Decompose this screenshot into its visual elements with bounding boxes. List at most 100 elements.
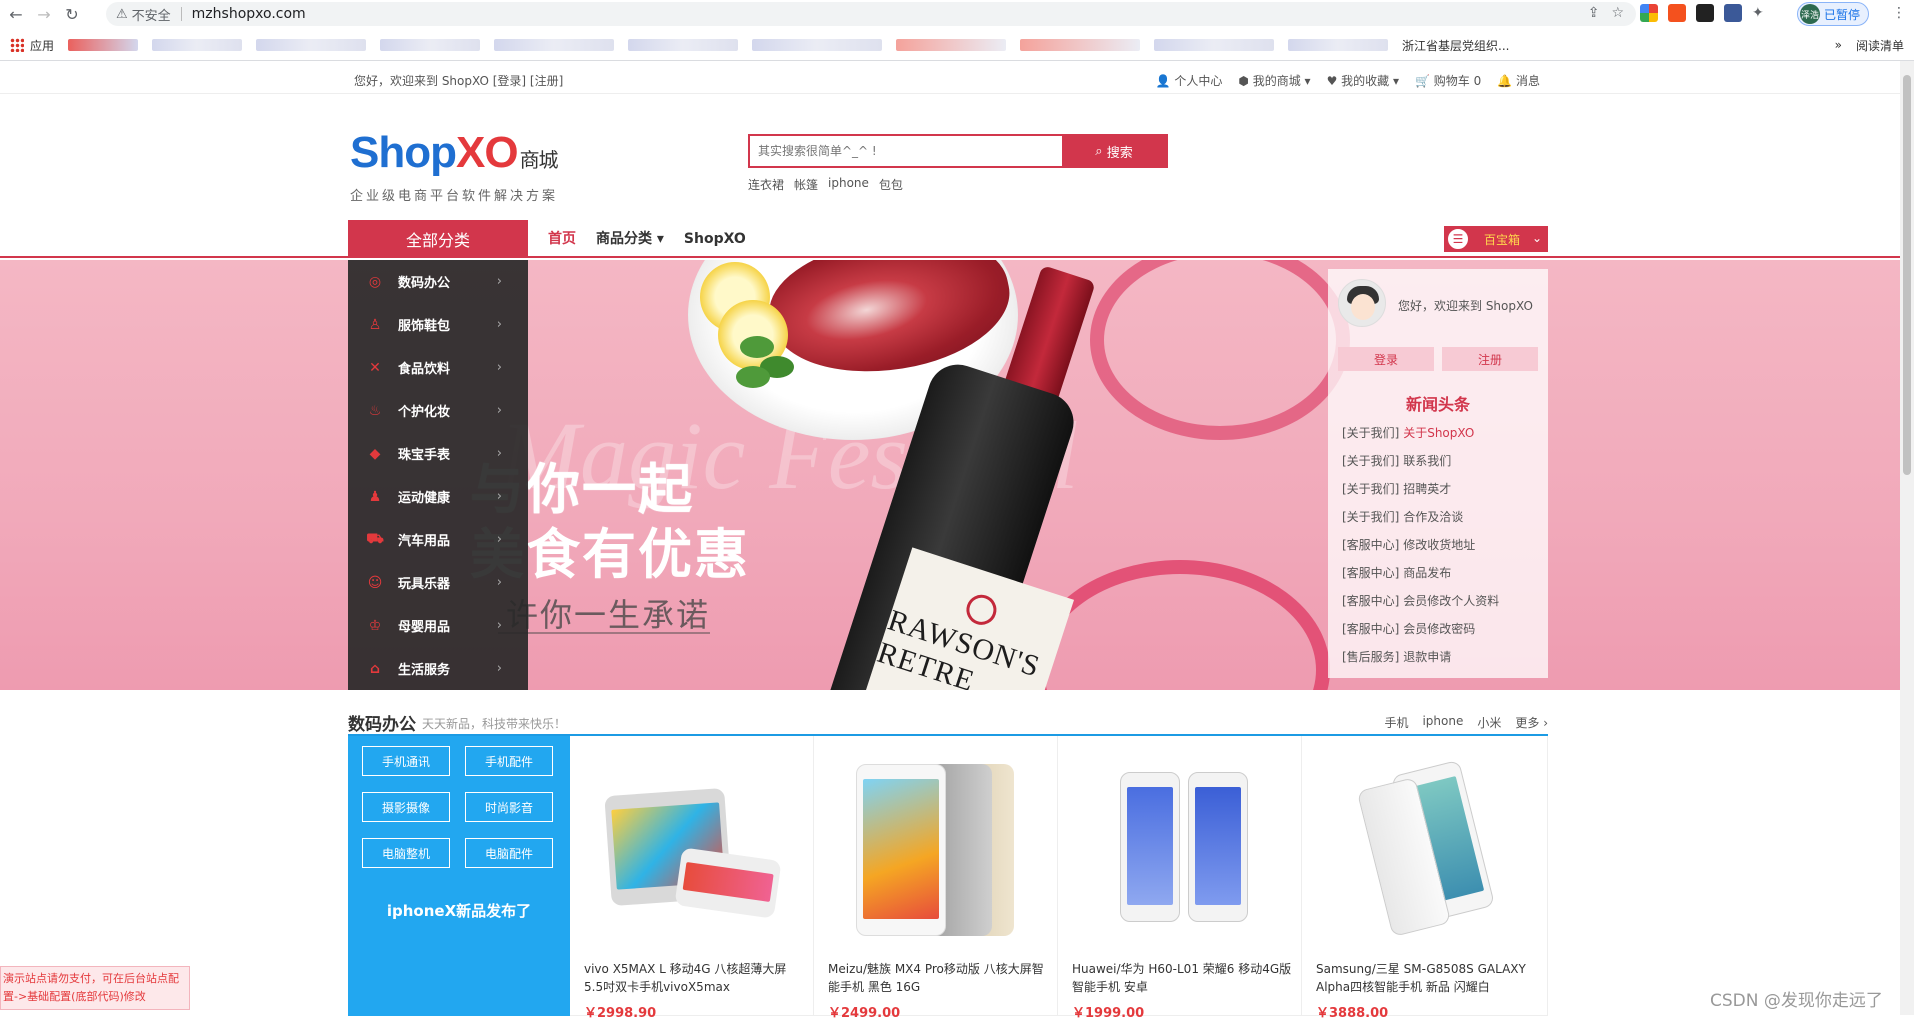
puzzle-icon[interactable]: ✦ xyxy=(1752,5,1764,21)
bookmark-blurred[interactable] xyxy=(896,39,1007,51)
bookmark-blurred[interactable] xyxy=(380,39,481,51)
product-image[interactable] xyxy=(1080,762,1280,942)
category-item[interactable]: ♟ 运动健康 › xyxy=(348,475,528,518)
reload-icon[interactable]: ↻ xyxy=(60,2,84,26)
news-item[interactable]: [客服中心] 会员修改密码 xyxy=(1342,615,1499,643)
favorites-link[interactable]: ♥ 我的收藏 ▾ xyxy=(1327,72,1399,89)
search-button[interactable]: ⌕ 搜索 xyxy=(1062,136,1166,166)
category-item[interactable]: ◎ 数码办公 › xyxy=(348,260,528,303)
bookmark-blurred[interactable] xyxy=(256,39,367,51)
bookmark-blurred[interactable] xyxy=(1154,39,1275,51)
bookmarks-overflow-icon[interactable]: » xyxy=(1835,38,1842,52)
floor-category-button[interactable]: 电脑整机 xyxy=(362,838,450,868)
login-button[interactable]: 登录 xyxy=(1338,347,1434,371)
category-item[interactable]: ♨ 个护化妆 › xyxy=(348,389,528,432)
bookmark-apps[interactable]: 应用 xyxy=(30,37,54,54)
nav-home[interactable]: 首页 xyxy=(538,220,586,258)
category-item[interactable]: ♔ 母婴用品 › xyxy=(348,604,528,647)
product-image[interactable] xyxy=(592,762,792,942)
bookmark-blurred[interactable] xyxy=(68,39,139,51)
hot-word[interactable]: 帐篷 xyxy=(794,176,818,193)
bookmark-zhejiang[interactable]: 浙江省基层党组织... xyxy=(1402,37,1509,54)
share-icon[interactable]: ⇪ xyxy=(1588,5,1600,21)
forward-icon[interactable]: → xyxy=(32,2,56,26)
news-item[interactable]: [客服中心] 会员修改个人资料 xyxy=(1342,587,1499,615)
category-item[interactable]: ⛟ 汽车用品 › xyxy=(348,518,528,561)
bookmark-blurred[interactable] xyxy=(628,39,739,51)
bookmark-blurred[interactable] xyxy=(752,39,883,51)
apps-grid-icon[interactable] xyxy=(10,38,24,52)
news-text: 合作及洽谈 xyxy=(1403,510,1464,524)
user-center-link[interactable]: 👤 个人中心 xyxy=(1156,72,1223,89)
scrollbar-thumb[interactable] xyxy=(1903,75,1911,475)
security-label[interactable]: 不安全 xyxy=(132,5,171,24)
product-name[interactable]: Samsung/三星 SM-G8508S GALAXY Alpha四核智能手机 … xyxy=(1316,960,1536,996)
extension-dark-icon[interactable] xyxy=(1696,4,1714,22)
bookmark-blurred[interactable] xyxy=(494,39,615,51)
category-item[interactable]: ☺ 玩具乐器 › xyxy=(348,561,528,604)
product-card[interactable]: Meizu/魅族 MX4 Pro移动版 八核大屏智能手机 黑色 16G ￥249… xyxy=(814,736,1058,1021)
product-name[interactable]: vivo X5MAX L 移动4G 八核超薄大屏5.5吋双卡手机vivoX5ma… xyxy=(584,960,804,996)
back-icon[interactable]: ← xyxy=(4,2,28,26)
chevron-right-icon: › xyxy=(496,360,502,375)
bookmark-blurred[interactable] xyxy=(1288,39,1389,51)
category-item[interactable]: ◆ 珠宝手表 › xyxy=(348,432,528,475)
url-text[interactable]: mzhshopxo.com xyxy=(192,6,306,22)
nav-categories[interactable]: 商品分类 ▾ xyxy=(586,220,674,258)
hero-banner[interactable]: Magic Festival RAWSON'S RETRE 与你一起 美食有优惠… xyxy=(0,260,1900,690)
floor-category-button[interactable]: 手机配件 xyxy=(465,746,553,776)
more-menu-icon[interactable]: ⋮ xyxy=(1892,5,1906,21)
floor-promo[interactable]: iphoneX新品发布了 xyxy=(348,900,570,921)
news-item[interactable]: [关于我们] 合作及洽谈 xyxy=(1342,503,1499,531)
category-label: 玩具乐器 xyxy=(398,577,451,592)
messages-link[interactable]: 🔔 消息 xyxy=(1497,72,1540,89)
bookmark-star-icon[interactable]: ☆ xyxy=(1611,5,1624,21)
bookmark-blurred[interactable] xyxy=(152,39,243,51)
floor-category-button[interactable]: 手机通讯 xyxy=(362,746,450,776)
news-item[interactable]: [售后服务] 退款申请 xyxy=(1342,643,1499,671)
hot-word[interactable]: 包包 xyxy=(879,176,903,193)
floor-tag[interactable]: 手机 xyxy=(1384,714,1408,731)
address-bar[interactable]: ⚠ 不安全 mzhshopxo.com ⇪ ☆ xyxy=(106,2,1636,26)
news-item[interactable]: [关于我们] 招聘英才 xyxy=(1342,475,1499,503)
welcome-text[interactable]: 您好，欢迎来到 ShopXO [登录] [注册] xyxy=(354,72,563,89)
product-card[interactable]: Samsung/三星 SM-G8508S GALAXY Alpha四核智能手机 … xyxy=(1302,736,1548,1021)
hot-word[interactable]: 连衣裙 xyxy=(748,176,784,193)
page-scrollbar[interactable] xyxy=(1900,61,1914,1015)
nav-shopxo[interactable]: ShopXO xyxy=(674,220,756,258)
product-image[interactable] xyxy=(836,762,1036,942)
profile-button[interactable]: 泽浩 已暂停 xyxy=(1797,2,1870,26)
floor-category-button[interactable]: 时尚影音 xyxy=(465,792,553,822)
register-button[interactable]: 注册 xyxy=(1442,347,1538,371)
site-logo[interactable]: ShopXO 商城 企业级电商平台软件解决方案 xyxy=(350,131,559,205)
news-item[interactable]: [客服中心] 修改收货地址 xyxy=(1342,531,1499,559)
extension-colorful-icon[interactable] xyxy=(1640,4,1658,22)
product-card[interactable]: Huawei/华为 H60-L01 荣耀6 移动4G版智能手机 安卓 ￥1999… xyxy=(1058,736,1302,1021)
product-image[interactable] xyxy=(1324,759,1524,942)
cart-link[interactable]: 🛒 购物车 0 xyxy=(1415,72,1481,89)
category-item[interactable]: ⌂ 生活服务 › xyxy=(348,647,528,690)
baobao-button[interactable]: ☰ 百宝箱 ⌄ xyxy=(1444,226,1548,252)
floor-category-button[interactable]: 摄影摄像 xyxy=(362,792,450,822)
category-item[interactable]: ♙ 服饰鞋包 › xyxy=(348,303,528,346)
category-item[interactable]: ✕ 食品饮料 › xyxy=(348,346,528,389)
floor-more-link[interactable]: 更多 › xyxy=(1515,714,1548,731)
product-name[interactable]: Huawei/华为 H60-L01 荣耀6 移动4G版智能手机 安卓 xyxy=(1072,960,1292,996)
extension-blue-icon[interactable] xyxy=(1724,4,1742,22)
reading-list-button[interactable]: 阅读清单 xyxy=(1856,37,1904,54)
news-item[interactable]: [关于我们] 关于ShopXO xyxy=(1342,419,1499,447)
floor-category-button[interactable]: 电脑配件 xyxy=(465,838,553,868)
hot-word[interactable]: iphone xyxy=(828,176,869,193)
bookmark-blurred[interactable] xyxy=(1020,39,1141,51)
product-card[interactable]: vivo X5MAX L 移动4G 八核超薄大屏5.5吋双卡手机vivoX5ma… xyxy=(570,736,814,1021)
floor-tag[interactable]: 小米 xyxy=(1477,714,1501,731)
my-mall-link[interactable]: ⬢ 我的商城 ▾ xyxy=(1238,72,1310,89)
news-item[interactable]: [关于我们] 联系我们 xyxy=(1342,447,1499,475)
product-name[interactable]: Meizu/魅族 MX4 Pro移动版 八核大屏智能手机 黑色 16G xyxy=(828,960,1048,996)
warning-icon[interactable]: ⚠ xyxy=(116,7,128,22)
floor-tag[interactable]: iphone xyxy=(1422,714,1463,731)
extension-c-icon[interactable] xyxy=(1668,4,1686,22)
search-input[interactable] xyxy=(750,136,1062,166)
news-item[interactable]: [客服中心] 商品发布 xyxy=(1342,559,1499,587)
all-categories-button[interactable]: 全部分类 xyxy=(348,220,528,258)
